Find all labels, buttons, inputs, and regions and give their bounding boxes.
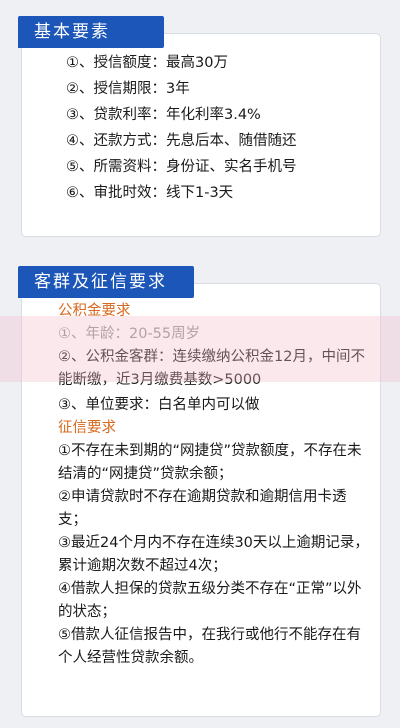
credit-item: ⑤借款人征信报告中，在我行或他行不能存在有个人经营性贷款余额。 [58,627,361,666]
list-item: ②、授信期限：3年 [66,76,297,102]
list-item: ④、还款方式：先息后本、随借随还 [66,128,297,154]
list-item: ⑥、审批时效：线下1-3天 [66,180,297,206]
credit-requirements-heading: 征信要求 [58,420,116,436]
credit-item: ③最近24个月内不存在连续30天以上逾期记录，累计逾期次数不超过4次； [58,535,369,574]
page: 基本要素 ①、授信额度：最高30万 ②、授信期限：3年 ③、贷款利率：年化利率3… [0,0,400,728]
item-value: 线下1-3天 [166,185,234,201]
item-label: ⑤、所需资料： [66,159,166,175]
item-label: ②、授信期限： [66,81,166,97]
item-label: ⑥、审批时效： [66,185,166,201]
fund-requirements-heading: 公积金要求 [58,303,131,319]
basic-elements-title: 基本要素 [18,16,164,48]
list-item: ③、贷款利率：年化利率3.4% [66,102,297,128]
item-label: ④、还款方式： [66,133,166,149]
fund-age-line: ①、年龄：20-55周岁 [58,326,201,342]
fund-customer-line: ②、公积金客群：连续缴纳公积金12月，中间不能断缴，近3月缴费基数>5000 [58,349,365,388]
item-label: ①、授信额度： [66,55,166,71]
item-value: 年化利率3.4% [166,107,261,123]
requirements-body: 公积金要求 ①、年龄：20-55周岁 ②、公积金客群：连续缴纳公积金12月，中间… [58,300,374,670]
credit-item: ①不存在未到期的“网捷贷”贷款额度，不存在未结清的“网捷贷”贷款余额； [58,443,362,482]
item-value: 3年 [166,81,190,97]
item-label: ③、贷款利率： [66,107,166,123]
fund-employer-line: ③、单位要求：白名单内可以做 [58,397,260,413]
item-value: 身份证、实名手机号 [166,159,297,175]
list-item: ①、授信额度：最高30万 [66,50,297,76]
credit-item: ②申请贷款时不存在逾期贷款和逾期信用卡透支； [58,489,347,528]
basic-elements-list: ①、授信额度：最高30万 ②、授信期限：3年 ③、贷款利率：年化利率3.4% ④… [66,50,297,206]
credit-item: ④借款人担保的贷款五级分类不存在“正常”以外的状态； [58,581,362,620]
item-value: 最高30万 [166,55,228,71]
list-item: ⑤、所需资料：身份证、实名手机号 [66,154,297,180]
customer-credit-title: 客群及征信要求 [18,266,194,298]
item-value: 先息后本、随借随还 [166,133,297,149]
